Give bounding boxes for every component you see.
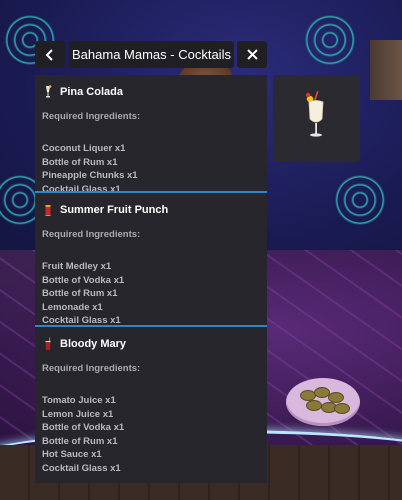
recipe-card[interactable]: Summer Fruit Punch Required Ingredients:… bbox=[35, 191, 267, 328]
ingredient-item: Bottle of Rum x1 bbox=[42, 435, 118, 447]
ingredient-item: Bottle of Rum x1 bbox=[42, 288, 118, 299]
ingredient-item: Bottle of Rum x1 bbox=[42, 156, 118, 168]
close-icon bbox=[246, 49, 258, 60]
bloody-mary-glass-icon bbox=[45, 337, 51, 350]
recipe-name: Summer Fruit Punch bbox=[60, 204, 169, 216]
page-title: Bahama Mamas - Cocktails bbox=[69, 41, 234, 68]
ingredient-item: Bottle of Vodka x1 bbox=[42, 422, 125, 433]
ingredient-item: Tomato Juice x1 bbox=[42, 395, 116, 406]
snack-dish bbox=[286, 378, 360, 426]
wooden-post bbox=[370, 40, 402, 100]
back-button[interactable] bbox=[35, 41, 65, 68]
recipe-name: Pina Colada bbox=[60, 86, 123, 98]
drink-preview bbox=[273, 75, 360, 162]
ingredient-list: Coconut Liquer x1 Bottle of Rum x1 Pinea… bbox=[42, 142, 260, 196]
pina-colada-glass-icon bbox=[305, 91, 324, 137]
recipe-card[interactable]: Bloody Mary Required Ingredients: Tomato… bbox=[35, 325, 267, 483]
close-button[interactable] bbox=[237, 41, 267, 68]
recipe-name: Bloody Mary bbox=[60, 338, 127, 350]
ingredient-item: Lemonade x1 bbox=[42, 301, 103, 313]
ingredient-item: Bottle of Vodka x1 bbox=[42, 274, 125, 286]
ingredient-list: Fruit Medley x1 Bottle of Vodka x1 Bottl… bbox=[42, 260, 260, 328]
required-ingredients-label: Required Ingredients: bbox=[42, 229, 141, 240]
ingredient-list: Tomato Juice x1 Lemon Juice x1 Bottle of… bbox=[42, 394, 260, 475]
pina-colada-glass-icon bbox=[46, 85, 52, 98]
ingredient-item: Cocktail Glass x1 bbox=[42, 462, 121, 474]
chevron-left-icon bbox=[45, 48, 53, 61]
ingredient-item: Pineapple Chunks x1 bbox=[42, 170, 138, 181]
ingredient-item: Lemon Juice x1 bbox=[42, 408, 114, 420]
ingredient-item: Fruit Medley x1 bbox=[42, 261, 112, 272]
ingredient-item: Hot Sauce x1 bbox=[42, 449, 102, 460]
recipe-list[interactable]: Pina Colada Required Ingredients: Coconu… bbox=[35, 75, 267, 483]
recipe-card[interactable]: Pina Colada Required Ingredients: Coconu… bbox=[35, 75, 267, 195]
required-ingredients-label: Required Ingredients: bbox=[42, 111, 141, 122]
ingredient-item: Coconut Liquer x1 bbox=[42, 143, 126, 154]
fruit-punch-glass-icon bbox=[45, 205, 51, 216]
required-ingredients-label: Required Ingredients: bbox=[42, 363, 141, 374]
